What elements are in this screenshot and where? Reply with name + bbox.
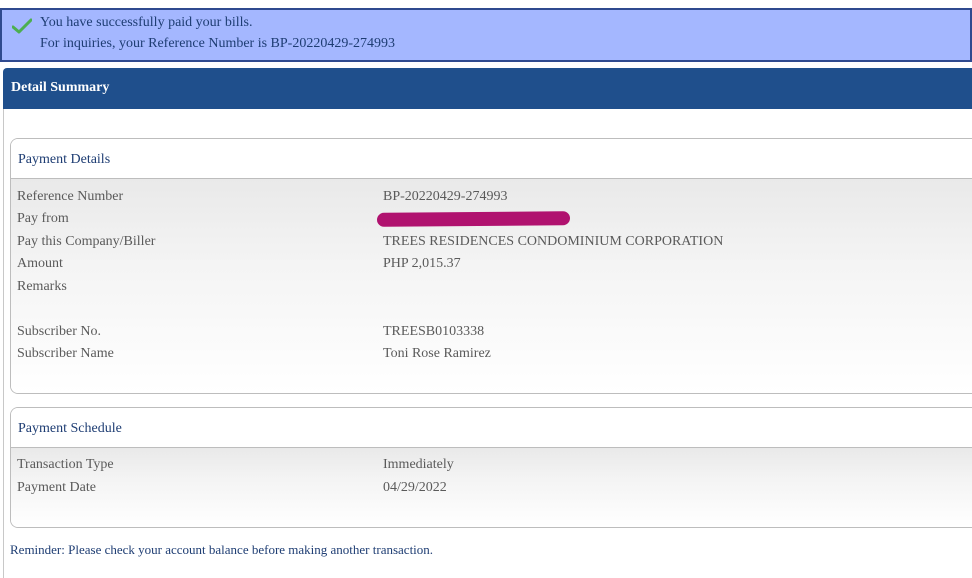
biller-label: Pay this Company/Biller bbox=[17, 234, 156, 249]
reference-message: For inquiries, your Reference Number is … bbox=[40, 36, 395, 51]
reference-number-value: BP-20220429-274993 bbox=[383, 189, 508, 204]
payment-date-value: 04/29/2022 bbox=[383, 480, 447, 495]
subscriber-no-value: TREESB0103338 bbox=[383, 324, 485, 339]
biller-value: TREES RESIDENCES CONDOMINIUM CORPORATION bbox=[383, 234, 724, 249]
payment-schedule-title: Payment Schedule bbox=[11, 408, 972, 448]
pay-from-label: Pay from bbox=[17, 211, 69, 226]
transaction-type-value: Immediately bbox=[383, 457, 454, 472]
payment-date-label: Payment Date bbox=[17, 480, 96, 495]
success-message: You have successfully paid your bills. bbox=[40, 15, 253, 30]
pay-from-redaction bbox=[376, 211, 571, 227]
reference-number-label: Reference Number bbox=[17, 189, 124, 204]
payment-details-title: Payment Details bbox=[11, 139, 972, 179]
subscriber-name-label: Subscriber Name bbox=[17, 346, 114, 361]
subscriber-name-value: Toni Rose Ramirez bbox=[383, 346, 491, 361]
subscriber-no-label: Subscriber No. bbox=[17, 324, 101, 339]
detail-summary-title: Detail Summary bbox=[11, 80, 110, 95]
transaction-type-label: Transaction Type bbox=[17, 457, 114, 472]
payment-details-content: Reference Number BP-20220429-274993 Pay … bbox=[11, 179, 972, 393]
success-banner: You have successfully paid your bills. F… bbox=[0, 8, 972, 62]
payment-schedule-panel: Payment Schedule Transaction Type Immedi… bbox=[10, 407, 972, 528]
remarks-label: Remarks bbox=[17, 279, 67, 294]
detail-summary-header: Detail Summary bbox=[3, 68, 972, 109]
payment-schedule-content: Transaction Type Immediately Payment Dat… bbox=[11, 448, 972, 527]
reminder-text: Reminder: Please check your account bala… bbox=[10, 542, 434, 557]
amount-value: PHP 2,015.37 bbox=[383, 256, 461, 271]
payment-details-panel: Payment Details Reference Number BP-2022… bbox=[10, 138, 972, 394]
amount-label: Amount bbox=[17, 256, 63, 271]
checkmark-icon bbox=[12, 18, 32, 34]
